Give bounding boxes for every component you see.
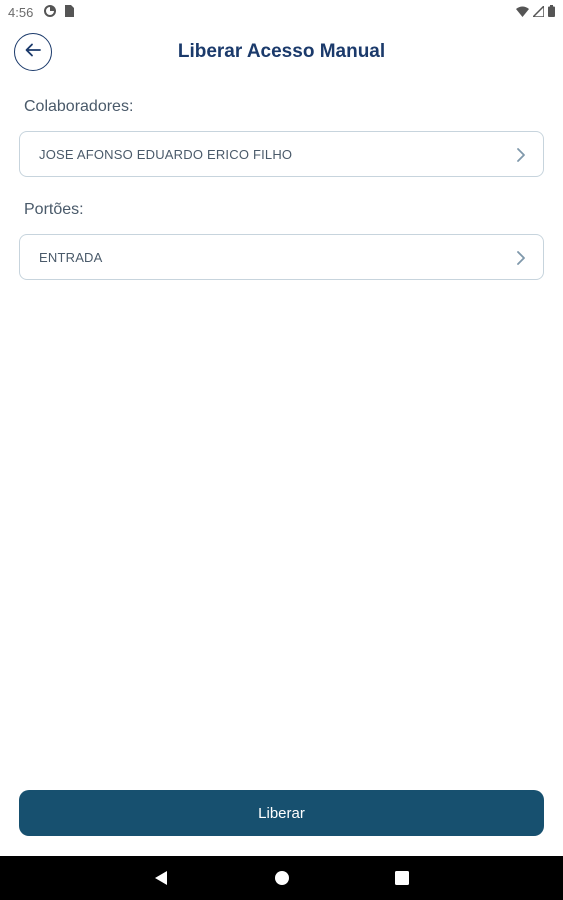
home-circle-icon[interactable] [272,868,292,888]
portoes-select[interactable]: ENTRADA [19,234,544,280]
wifi-icon [516,6,529,17]
colaboradores-value: JOSE AFONSO EDUARDO ERICO FILHO [39,147,293,162]
app-screen: 4:56 Liberar Acesso Manual Colaboradores… [0,0,563,900]
status-time: 4:56 [8,5,34,20]
system-navigation-bar [0,856,563,900]
status-bar: 4:56 [0,0,563,24]
liberar-button[interactable]: Liberar [19,790,544,836]
colaboradores-select[interactable]: JOSE AFONSO EDUARDO ERICO FILHO [19,131,544,177]
status-right-icons [516,5,555,17]
page-title: Liberar Acesso Manual [177,41,386,62]
signal-icon [533,5,544,17]
portoes-value: ENTRADA [39,250,103,265]
data-saver-icon [44,5,56,17]
status-left-icons [44,5,74,17]
chevron-right-icon [515,146,527,164]
colaboradores-label: Colaboradores: [24,98,134,115]
chevron-right-icon [515,249,527,267]
back-triangle-icon[interactable] [151,868,171,888]
battery-icon [548,5,555,17]
sim-card-icon [64,5,74,17]
portoes-label: Portões: [24,201,84,218]
recents-square-icon[interactable] [392,868,412,888]
